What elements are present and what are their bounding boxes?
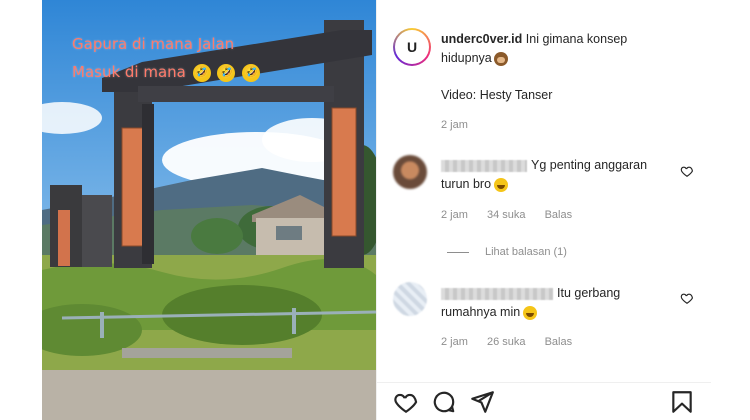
- comment-1-reply-button[interactable]: Balas: [545, 209, 573, 221]
- comment-2-likes[interactable]: 26 suka: [487, 336, 526, 348]
- overlay-line-1: Gapura di mana Jalan: [72, 35, 235, 53]
- bookmark-icon[interactable]: [669, 389, 695, 415]
- comment-2-time[interactable]: 2 jam: [441, 336, 468, 348]
- comment-2-reply-button[interactable]: Balas: [545, 336, 573, 348]
- comment-1-like-heart-icon[interactable]: [680, 164, 694, 178]
- replies-divider: [447, 251, 469, 253]
- comment-1-line-2: turun bro: [441, 177, 492, 191]
- commenter-name-blurred[interactable]: [441, 159, 527, 172]
- post-timestamp: 2 jam: [441, 119, 484, 131]
- author-username[interactable]: underc0ver.id: [441, 32, 522, 46]
- comment-1-meta: 2 jam 34 suka Balas: [441, 209, 588, 221]
- post-caption: underc0ver.id Ini gimana konsep hidupnya: [441, 30, 691, 68]
- commenter-name-blurred[interactable]: [441, 287, 553, 300]
- commenter-avatar-1[interactable]: [393, 155, 427, 189]
- author-avatar-logo: U: [395, 30, 429, 64]
- comment-2-text: Itu gerbang rumahnya min: [441, 284, 681, 322]
- post-action-bar: [377, 382, 711, 420]
- instagram-post: Gapura di mana Jalan Masuk di mana 🤣 🤣 🤣…: [42, 0, 711, 420]
- author-avatar[interactable]: U: [393, 28, 431, 66]
- heart-icon[interactable]: [393, 389, 419, 415]
- comment-2-like-heart-icon[interactable]: [680, 291, 694, 305]
- caption-text-1: Ini gimana konsep: [525, 32, 628, 46]
- overlay-line-2-text: Masuk di mana: [72, 63, 186, 81]
- caption-text-2: hidupnya: [441, 51, 492, 65]
- video-text-overlay: Gapura di mana Jalan Masuk di mana 🤣 🤣 🤣: [72, 30, 362, 86]
- video-credit: Video: Hesty Tanser: [441, 88, 553, 102]
- overlay-line-2: Masuk di mana 🤣 🤣 🤣: [72, 58, 362, 86]
- post-side-panel: U underc0ver.id Ini gimana konsep hidupn…: [376, 0, 711, 420]
- rofl-emoji: 🤣: [242, 63, 261, 82]
- laughing-emoji-icon: [523, 305, 538, 320]
- comment-icon[interactable]: [431, 389, 457, 415]
- comment-2-line-1: Itu gerbang: [557, 286, 621, 300]
- comment-2-line-2: rumahnya min: [441, 305, 521, 319]
- commenter-avatar-2[interactable]: [393, 282, 427, 316]
- see-no-evil-monkey-icon: [493, 51, 508, 66]
- view-replies-label[interactable]: Lihat balasan (1): [485, 246, 567, 258]
- comment-1-text: Yg penting anggaran turun bro: [441, 156, 681, 194]
- post-time[interactable]: 2 jam: [441, 119, 468, 131]
- rofl-emoji: 🤣: [217, 63, 236, 82]
- rofl-emoji: 🤣: [192, 63, 211, 82]
- comment-2-meta: 2 jam 26 suka Balas: [441, 336, 588, 348]
- screenshot-frame: Gapura di mana Jalan Masuk di mana 🤣 🤣 🤣…: [0, 0, 750, 420]
- laughing-emoji-icon: [494, 177, 509, 192]
- view-replies-link[interactable]: Lihat balasan (1): [447, 246, 583, 258]
- comment-1-line-1: Yg penting anggaran: [531, 158, 648, 172]
- comment-1-likes[interactable]: 34 suka: [487, 209, 526, 221]
- comment-1-time[interactable]: 2 jam: [441, 209, 468, 221]
- share-icon[interactable]: [469, 389, 495, 415]
- post-video[interactable]: Gapura di mana Jalan Masuk di mana 🤣 🤣 🤣: [42, 0, 376, 420]
